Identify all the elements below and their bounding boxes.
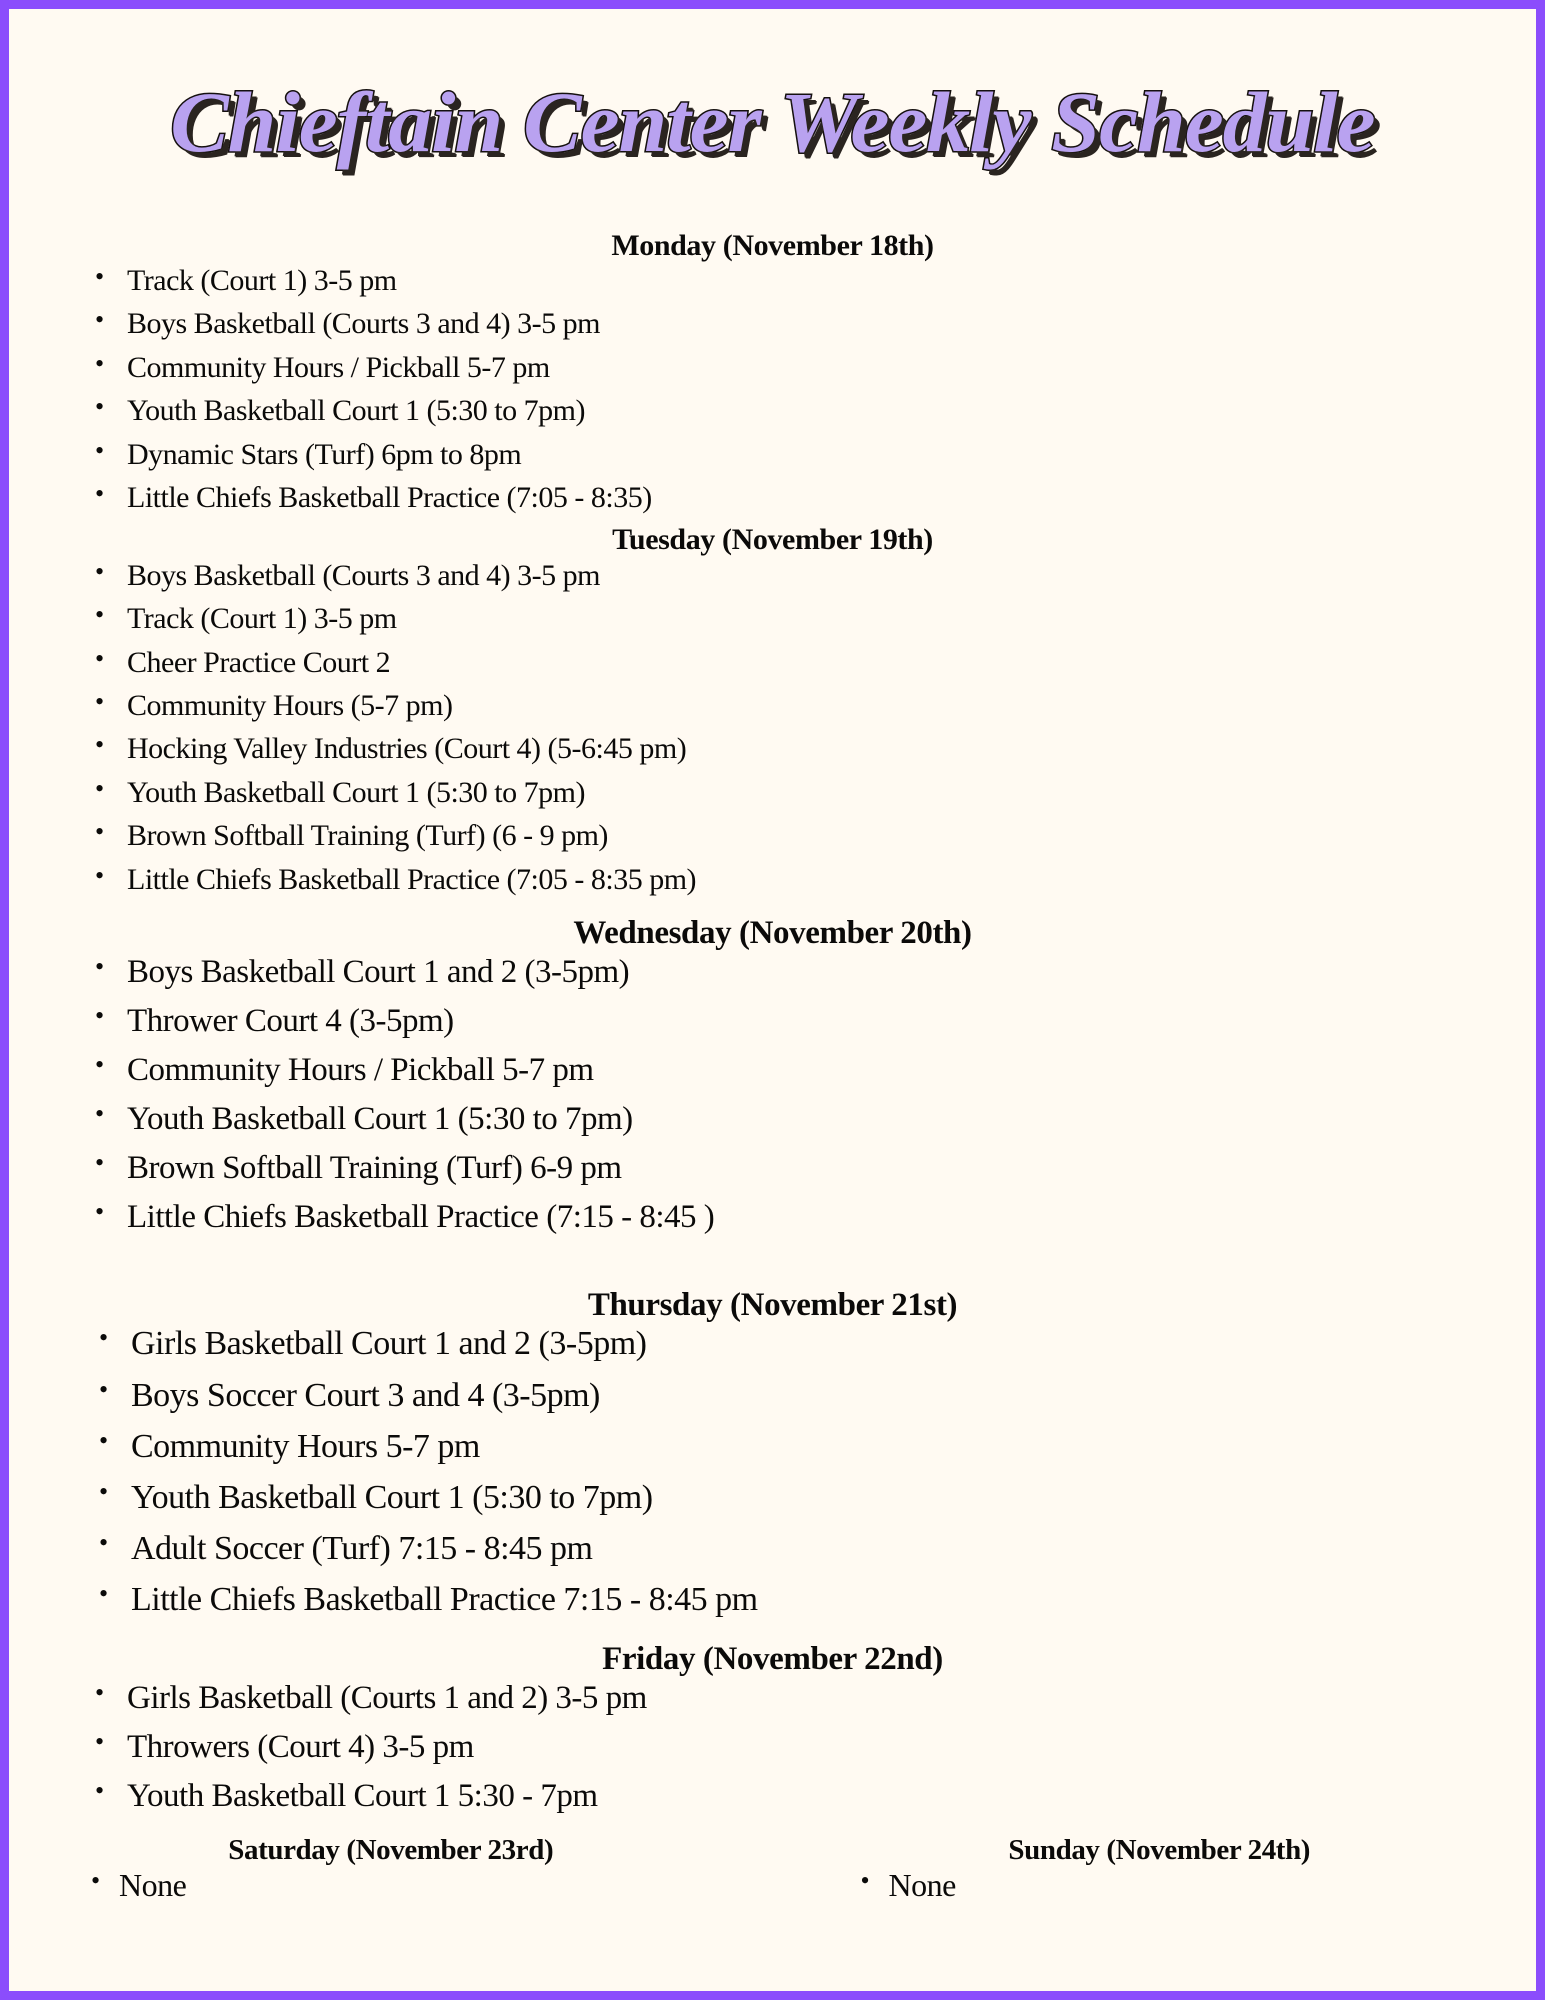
list-item: Adult Soccer (Turf) 7:15 - 8:45 pm: [9, 1528, 1536, 1569]
day-section-monday: Monday (November 18th) Track (Court 1) 3…: [9, 229, 1536, 516]
weekend-columns: Saturday (November 23rd) None Sunday (No…: [9, 1834, 1536, 1911]
list-item: Little Chiefs Basketball Practice (7:05 …: [9, 479, 1536, 515]
list-item: Youth Basketball Court 1 (5:30 to 7pm): [9, 392, 1536, 428]
list-item: Track (Court 1) 3-5 pm: [9, 262, 1536, 298]
list-item: Youth Basketball Court 1 5:30 - 7pm: [9, 1776, 1536, 1816]
list-item: Boys Basketball (Courts 3 and 4) 3-5 pm: [9, 305, 1536, 341]
list-item: Brown Softball Training (Turf) (6 - 9 pm…: [9, 817, 1536, 853]
list-item: None: [773, 1866, 1537, 1905]
list-item: Community Hours 5-7 pm: [9, 1426, 1536, 1467]
page-title: Chieftain Center Weekly Schedule: [169, 73, 1377, 170]
list-item: Girls Basketball Court 1 and 2 (3-5pm): [9, 1323, 1536, 1364]
day-items-monday: Track (Court 1) 3-5 pm Boys Basketball (…: [9, 262, 1536, 515]
day-items-tuesday: Boys Basketball (Courts 3 and 4) 3-5 pm …: [9, 557, 1536, 897]
day-header-tuesday: Tuesday (November 19th): [612, 523, 933, 557]
list-item: Track (Court 1) 3-5 pm: [9, 600, 1536, 636]
list-item: Thrower Court 4 (3-5pm): [9, 1001, 1536, 1041]
list-item: Boys Basketball (Courts 3 and 4) 3-5 pm: [9, 557, 1536, 593]
day-header-thursday: Thursday (November 21st): [587, 1286, 958, 1323]
list-item: Community Hours / Pickball 5-7 pm: [9, 1050, 1536, 1090]
day-header-sunday: Sunday (November 24th): [1008, 1833, 1311, 1866]
list-item: Youth Basketball Court 1 (5:30 to 7pm): [9, 1477, 1536, 1518]
list-item: Boys Basketball Court 1 and 2 (3-5pm): [9, 952, 1536, 992]
schedule-page: Chieftain Center Weekly Schedule Monday …: [0, 0, 1545, 2000]
list-item: Throwers (Court 4) 3-5 pm: [9, 1727, 1536, 1767]
day-items-thursday: Girls Basketball Court 1 and 2 (3-5pm) B…: [9, 1323, 1536, 1620]
list-item: Cheer Practice Court 2: [9, 644, 1536, 680]
day-header-monday: Monday (November 18th): [611, 228, 934, 262]
day-items-friday: Girls Basketball (Courts 1 and 2) 3-5 pm…: [9, 1678, 1536, 1816]
day-section-friday: Friday (November 22nd) Girls Basketball …: [9, 1641, 1536, 1816]
day-header-friday: Friday (November 22nd): [602, 1641, 943, 1678]
list-item: Little Chiefs Basketball Practice (7:15 …: [9, 1197, 1536, 1237]
list-item: Hocking Valley Industries (Court 4) (5-6…: [9, 730, 1536, 766]
list-item: Community Hours (5-7 pm): [9, 687, 1536, 723]
day-section-tuesday: Tuesday (November 19th) Boys Basketball …: [9, 523, 1536, 897]
day-section-saturday: Saturday (November 23rd) None: [9, 1834, 773, 1911]
day-header-wednesday: Wednesday (November 20th): [573, 914, 972, 951]
list-item: Boys Soccer Court 3 and 4 (3-5pm): [9, 1375, 1536, 1416]
list-item: Youth Basketball Court 1 (5:30 to 7pm): [9, 1099, 1536, 1139]
list-item: Youth Basketball Court 1 (5:30 to 7pm): [9, 774, 1536, 810]
list-item: Little Chiefs Basketball Practice 7:15 -…: [9, 1579, 1536, 1620]
list-item: Community Hours / Pickball 5-7 pm: [9, 349, 1536, 385]
list-item: Brown Softball Training (Turf) 6-9 pm: [9, 1148, 1536, 1188]
day-header-saturday: Saturday (November 23rd): [228, 1833, 554, 1866]
day-items-saturday: None: [9, 1866, 773, 1905]
list-item: None: [9, 1866, 773, 1905]
day-section-thursday: Thursday (November 21st) Girls Basketbal…: [9, 1287, 1536, 1621]
page-title-container: Chieftain Center Weekly Schedule: [9, 9, 1536, 229]
day-items-wednesday: Boys Basketball Court 1 and 2 (3-5pm) Th…: [9, 952, 1536, 1237]
day-items-sunday: None: [773, 1866, 1537, 1905]
day-section-wednesday: Wednesday (November 20th) Boys Basketbal…: [9, 915, 1536, 1237]
list-item: Girls Basketball (Courts 1 and 2) 3-5 pm: [9, 1678, 1536, 1718]
day-section-sunday: Sunday (November 24th) None: [773, 1834, 1537, 1911]
list-item: Dynamic Stars (Turf) 6pm to 8pm: [9, 436, 1536, 472]
list-item: Little Chiefs Basketball Practice (7:05 …: [9, 861, 1536, 897]
